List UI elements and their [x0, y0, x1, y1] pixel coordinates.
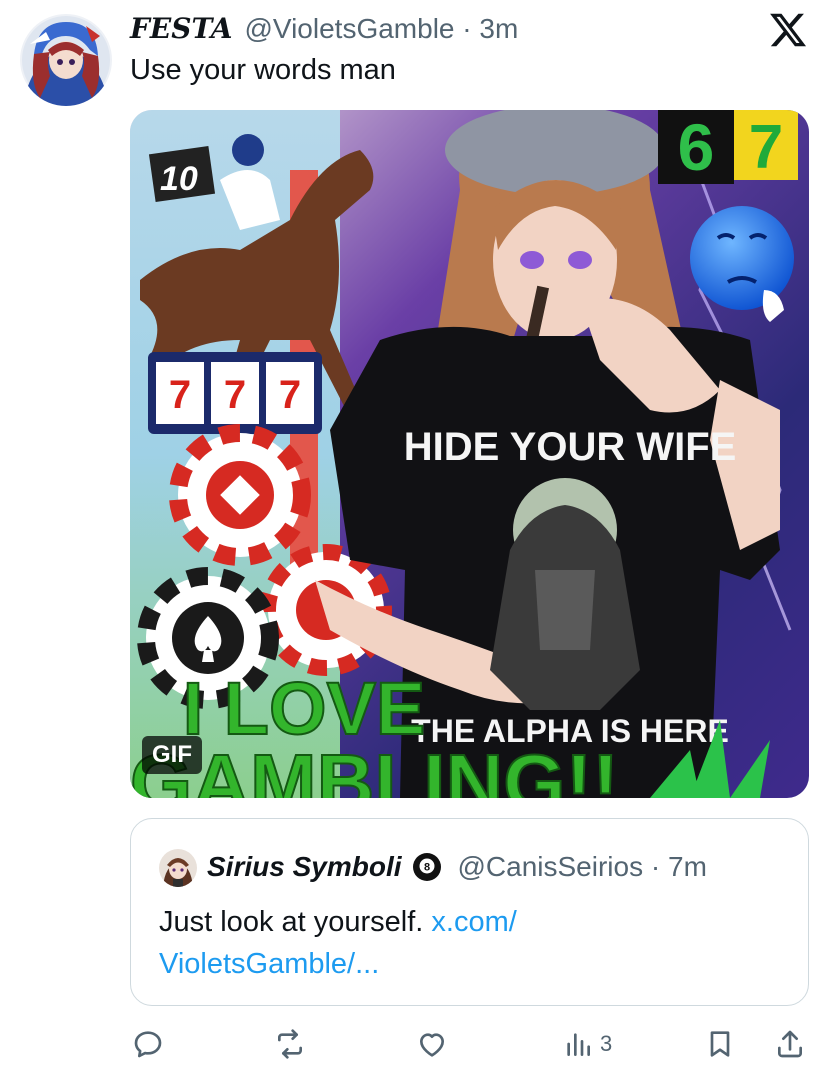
tweet-time: 3m [479, 13, 519, 44]
x-logo-icon [768, 10, 808, 50]
shirt-top-text: HIDE YOUR WIFE [404, 425, 737, 469]
slot-symbol-1: 7 [169, 373, 191, 417]
share-button[interactable] [774, 1022, 806, 1066]
retweet-icon [278, 1029, 302, 1059]
caption-line-2: GAMBLING!! [130, 738, 619, 798]
slot-symbol-3: 7 [279, 373, 301, 417]
like-button[interactable] [416, 1022, 448, 1066]
reply-button[interactable] [132, 1022, 164, 1066]
action-bar: 3 [0, 1022, 828, 1066]
author-handle[interactable]: @VioletsGamble · 3m [244, 13, 518, 45]
gif-badge: GIF [142, 736, 202, 774]
quoted-text: Just look at yourself. x.com/ VioletsGam… [159, 901, 759, 985]
views-button[interactable]: 3 [562, 1022, 612, 1066]
tweet-header: FESTA @VioletsGamble · 3m [130, 12, 518, 46]
quoted-author-avatar[interactable] [159, 849, 197, 887]
quoted-link-line1[interactable]: x.com/ [431, 906, 516, 938]
tweet-text: Use your words man [130, 54, 396, 86]
quoted-header: Sirius Symboli 8 @CanisSeirios · 7m [207, 851, 707, 883]
corner-number-6: 6 [678, 110, 715, 184]
author-display-name[interactable]: FESTA [130, 12, 232, 45]
eight-ball-icon: 8 [412, 852, 442, 882]
quoted-time: 7m [668, 851, 707, 882]
corner-number-7: 7 [749, 113, 783, 182]
share-icon [778, 1030, 802, 1058]
quoted-handle[interactable]: @CanisSeirios · 7m [458, 851, 707, 883]
bookmark-button[interactable] [704, 1022, 736, 1066]
quoted-tweet[interactable]: Sirius Symboli 8 @CanisSeirios · 7m Just… [130, 818, 809, 1006]
tweet-media-gif[interactable]: 10 7 7 7 HIDE YOUR WIFE THE ALPHA IS HER… [130, 110, 809, 798]
reply-icon [134, 1031, 162, 1058]
views-icon [567, 1033, 590, 1056]
bookmark-icon [710, 1031, 730, 1057]
quoted-body: Just look at yourself. [159, 906, 424, 938]
views-count: 3 [600, 1031, 613, 1056]
jockey-number: 10 [160, 160, 198, 198]
retweet-button[interactable] [274, 1022, 306, 1066]
author-avatar[interactable] [20, 14, 112, 106]
eight-ball-number: 8 [423, 862, 429, 874]
quoted-link-line2[interactable]: VioletsGamble/... [159, 948, 379, 980]
slot-symbol-2: 7 [224, 373, 246, 417]
heart-icon [420, 1033, 444, 1057]
quoted-display-name[interactable]: Sirius Symboli [207, 851, 402, 883]
